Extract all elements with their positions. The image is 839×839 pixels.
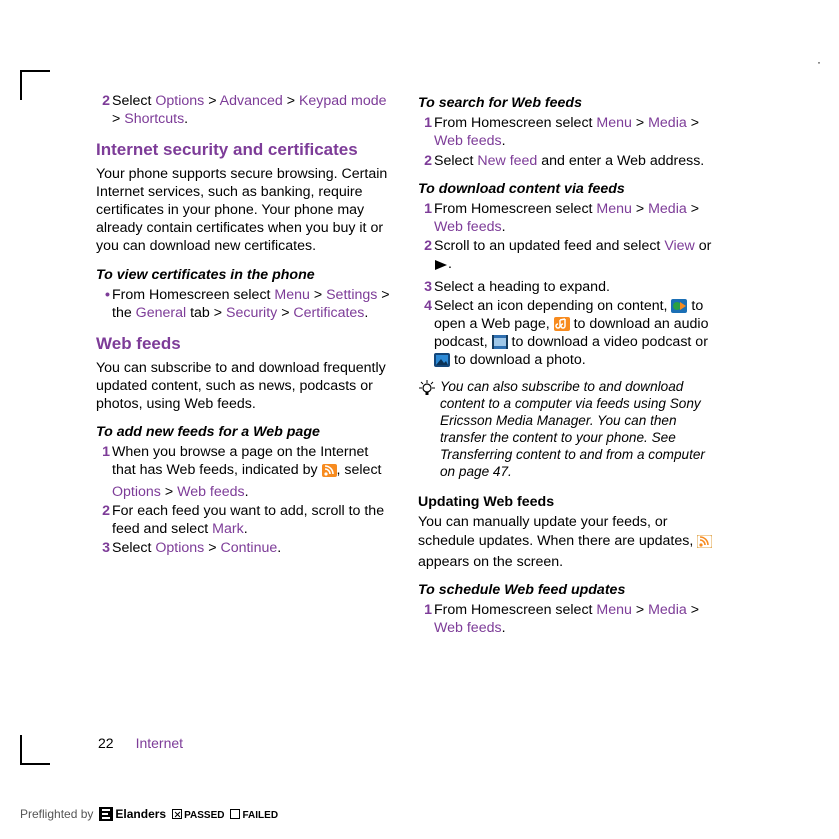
photo-icon (434, 353, 450, 367)
menu-path-part: Options (112, 484, 161, 500)
list-item: 4Select an icon depending on content, to… (418, 297, 716, 370)
step-number: 2 (96, 502, 110, 520)
step-number: 3 (96, 539, 110, 557)
list-item: •From Homescreen select Menu > Settings … (96, 286, 394, 322)
menu-path-part: Web feeds (434, 620, 502, 636)
sub-heading: To download content via feeds (418, 180, 716, 198)
menu-path-part: Media (648, 115, 687, 131)
menu-path-part: Options (155, 93, 204, 109)
body-text: You can subscribe to and download freque… (96, 359, 394, 414)
menu-path-part: Settings (326, 287, 377, 303)
bullet-icon: • (96, 286, 110, 304)
sub-heading: To search for Web feeds (418, 94, 716, 112)
step-number: 2 (418, 152, 432, 170)
menu-path-part: Menu (596, 201, 632, 217)
list-item: 2Select New feed and enter a Web address… (418, 152, 716, 170)
menu-path-part: Shortcuts (124, 111, 184, 127)
video-podcast-icon (492, 335, 508, 349)
menu-path-part: New feed (477, 153, 537, 169)
sub-heading: To add new feeds for a Web page (96, 423, 394, 441)
menu-path-part: Menu (596, 115, 632, 131)
menu-path-part: Options (155, 540, 204, 556)
menu-path-part: Keypad mode (299, 93, 387, 109)
menu-path-part: Web feeds (434, 133, 502, 149)
menu-path-part: Certificates (293, 305, 364, 321)
crop-mark (20, 70, 50, 100)
brand-name: Elanders (115, 807, 166, 821)
menu-path-part: Web feeds (177, 484, 245, 500)
step-number: 2 (96, 92, 110, 110)
menu-path-part: Media (648, 201, 687, 217)
section-heading: Web feeds (96, 334, 394, 354)
menu-path-part: Menu (274, 287, 310, 303)
step-number: 1 (418, 601, 432, 619)
web-page-icon (671, 299, 687, 313)
rss-feed-icon (322, 464, 337, 482)
list-item: 1When you browse a page on the Internet … (96, 443, 394, 501)
step-number: 3 (418, 278, 432, 296)
crop-mark (20, 735, 50, 765)
list-item: 1From Homescreen select Menu > Media > W… (418, 114, 716, 150)
section-name: Internet (136, 735, 183, 751)
step-number: 1 (96, 443, 110, 461)
checkbox-empty-icon (230, 809, 240, 819)
step-number: 4 (418, 297, 432, 315)
list-item: 2Scroll to an updated feed and select Vi… (418, 237, 716, 276)
tip-text: You can also subscribe to and download c… (440, 379, 716, 481)
body-text: You can manually update your feeds, or s… (418, 513, 716, 571)
list-item: 2For each feed you want to add, scroll t… (96, 502, 394, 538)
body-text: Your phone supports secure browsing. Cer… (96, 165, 394, 256)
step-number: 2 (418, 237, 432, 255)
passed-indicator: PASSED (172, 807, 224, 821)
menu-path-part: Menu (596, 602, 632, 618)
tip-lightbulb-icon (418, 380, 436, 403)
elanders-logo: Elanders (99, 807, 166, 821)
sub-heading: To schedule Web feed updates (418, 581, 716, 599)
content-columns: 2Select Options > Advanced > Keypad mode… (96, 92, 779, 639)
menu-path-part: View (664, 238, 695, 254)
menu-path-part: Web feeds (434, 219, 502, 235)
list-item: 2Select Options > Advanced > Keypad mode… (96, 92, 394, 128)
sub-heading: To view certificates in the phone (96, 266, 394, 284)
tip-note: You can also subscribe to and download c… (418, 379, 716, 481)
right-column: To search for Web feeds 1From Homescreen… (418, 92, 716, 639)
preflight-bar: Preflighted by Elanders PASSED FAILED (20, 807, 278, 821)
step-text: Select (112, 93, 155, 109)
list-item: 1From Homescreen select Menu > Media > W… (418, 200, 716, 236)
play-icon (434, 258, 448, 276)
menu-path-part: Security (226, 305, 277, 321)
menu-path-part: Advanced (220, 93, 283, 109)
page-footer: 22 Internet (98, 735, 183, 751)
list-item: 1From Homescreen select Menu > Media > W… (418, 601, 716, 637)
rss-update-icon (697, 535, 712, 553)
checkbox-checked-icon (172, 809, 182, 819)
failed-indicator: FAILED (230, 807, 278, 821)
sub-heading-bold: Updating Web feeds (418, 493, 716, 511)
menu-path-part: Media (648, 602, 687, 618)
left-column: 2Select Options > Advanced > Keypad mode… (96, 92, 394, 639)
crop-mark: · (817, 55, 821, 69)
menu-path-part: Mark (212, 521, 244, 537)
step-number: 1 (418, 200, 432, 218)
menu-path-part: General (136, 305, 186, 321)
page-number: 22 (98, 735, 114, 751)
audio-podcast-icon (554, 317, 570, 331)
list-item: 3Select a heading to expand. (418, 278, 716, 296)
menu-path-part: Continue (220, 540, 277, 556)
preflight-label: Preflighted by (20, 807, 93, 821)
manual-page: · 2Select Options > Advanced > Keypad mo… (0, 0, 839, 839)
list-item: 3Select Options > Continue. (96, 539, 394, 557)
step-number: 1 (418, 114, 432, 132)
section-heading: Internet security and certificates (96, 140, 394, 160)
